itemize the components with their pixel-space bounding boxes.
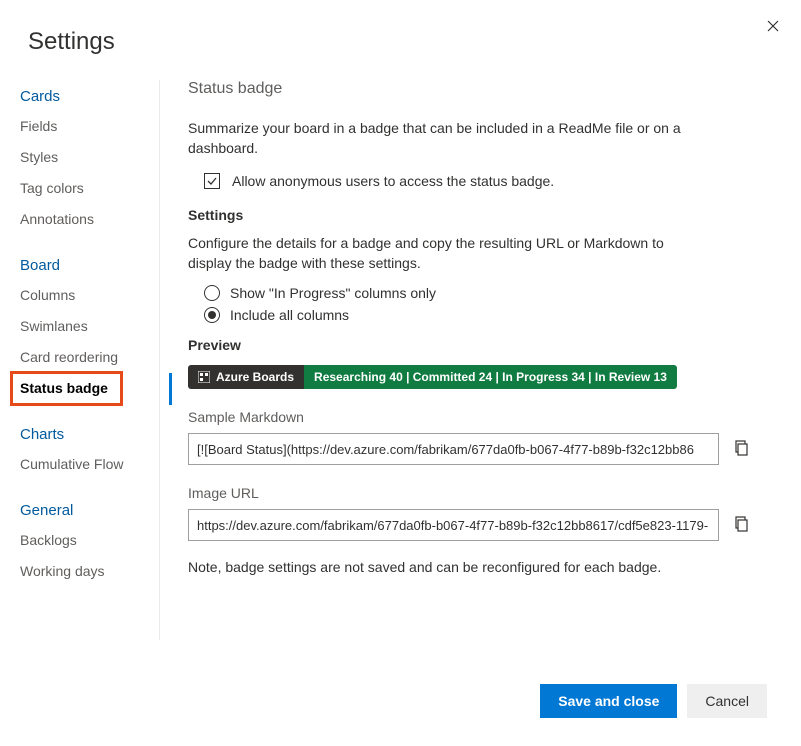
- sidebar-section-charts: Charts: [12, 418, 159, 449]
- badge-brand-segment: Azure Boards: [188, 365, 304, 389]
- sidebar-section-general: General: [12, 494, 159, 525]
- sidebar-section-cards: Cards: [12, 80, 159, 111]
- sidebar-section-board: Board: [12, 249, 159, 280]
- close-icon: [767, 20, 779, 32]
- copy-icon: [733, 440, 749, 456]
- dialog-title: Settings: [0, 0, 801, 56]
- badge-note: Note, badge settings are not saved and c…: [188, 559, 753, 575]
- sidebar-item-working-days[interactable]: Working days: [12, 556, 159, 587]
- allow-anonymous-label: Allow anonymous users to access the stat…: [232, 173, 554, 189]
- sidebar-item-styles[interactable]: Styles: [12, 142, 159, 173]
- image-url-input[interactable]: [188, 509, 719, 541]
- copy-markdown-button[interactable]: [729, 436, 753, 463]
- status-badge-preview: Azure Boards Researching 40 | Committed …: [188, 365, 677, 389]
- radio-include-all-label: Include all columns: [230, 307, 349, 323]
- badge-brand-text: Azure Boards: [216, 370, 294, 384]
- sidebar-item-backlogs[interactable]: Backlogs: [12, 525, 159, 556]
- settings-desc: Configure the details for a badge and co…: [188, 233, 708, 274]
- close-button[interactable]: [763, 16, 783, 38]
- radio-icon: [204, 285, 220, 301]
- sidebar-item-annotations[interactable]: Annotations: [12, 204, 159, 235]
- sidebar-item-columns[interactable]: Columns: [12, 280, 159, 311]
- settings-main: Status badge Summarize your board in a b…: [160, 80, 801, 640]
- save-and-close-button[interactable]: Save and close: [540, 684, 677, 718]
- sidebar-item-status-badge[interactable]: Status badge: [12, 373, 121, 404]
- radio-icon: [204, 307, 220, 323]
- lead-text: Summarize your board in a badge that can…: [188, 118, 708, 159]
- copy-url-button[interactable]: [729, 512, 753, 539]
- cancel-button[interactable]: Cancel: [687, 684, 767, 718]
- image-url-label: Image URL: [188, 485, 753, 501]
- sample-markdown-input[interactable]: [188, 433, 719, 465]
- check-icon: [207, 176, 217, 186]
- settings-subtitle: Settings: [188, 207, 753, 223]
- page-heading: Status badge: [188, 80, 753, 98]
- settings-sidebar: Cards Fields Styles Tag colors Annotatio…: [0, 80, 160, 640]
- radio-show-in-progress-label: Show "In Progress" columns only: [230, 285, 436, 301]
- allow-anonymous-checkbox[interactable]: [204, 173, 220, 189]
- sidebar-selection-indicator: [169, 373, 172, 405]
- preview-subtitle: Preview: [188, 337, 753, 353]
- azure-boards-icon: [198, 371, 210, 383]
- sidebar-item-swimlanes[interactable]: Swimlanes: [12, 311, 159, 342]
- sidebar-item-cumulative-flow[interactable]: Cumulative Flow: [12, 449, 159, 480]
- sidebar-item-fields[interactable]: Fields: [12, 111, 159, 142]
- radio-show-in-progress[interactable]: Show "In Progress" columns only: [204, 285, 753, 301]
- badge-status-text: Researching 40 | Committed 24 | In Progr…: [304, 365, 677, 389]
- sidebar-item-tag-colors[interactable]: Tag colors: [12, 173, 159, 204]
- copy-icon: [733, 516, 749, 532]
- sidebar-item-card-reordering[interactable]: Card reordering: [12, 342, 159, 373]
- radio-include-all[interactable]: Include all columns: [204, 307, 753, 323]
- dialog-footer: Save and close Cancel: [540, 684, 767, 718]
- sample-markdown-label: Sample Markdown: [188, 409, 753, 425]
